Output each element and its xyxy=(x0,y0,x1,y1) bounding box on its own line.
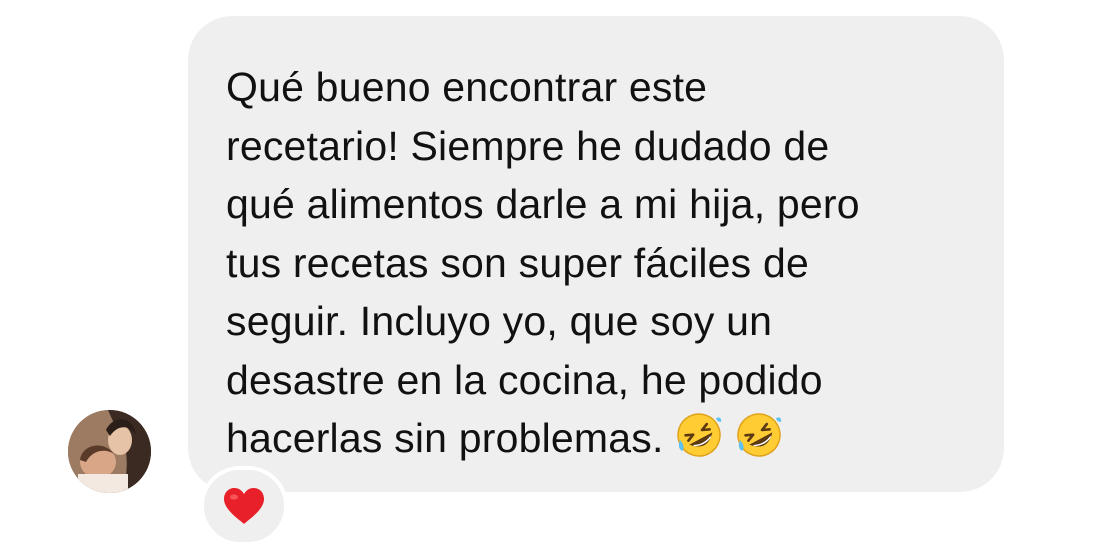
message-line: hacerlas sin problemas. xyxy=(226,415,664,461)
message-line: Qué bueno encontrar este xyxy=(226,64,708,110)
profile-photo-icon xyxy=(68,410,151,493)
red-heart-icon xyxy=(224,488,264,524)
message-bubble[interactable]: Qué bueno encontrar este recetario! Siem… xyxy=(188,16,1004,492)
message-line: tus recetas son super fáciles de xyxy=(226,239,809,286)
rolling-on-floor-laughing-emoji xyxy=(734,410,784,460)
chat-message-view: Qué bueno encontrar este recetario! Siem… xyxy=(0,0,1111,556)
message-line: desastre en la cocina, he podido xyxy=(226,356,823,403)
reaction-badge[interactable] xyxy=(200,466,288,546)
message-text: Qué bueno encontrar este recetario! Siem… xyxy=(226,58,964,468)
avatar[interactable] xyxy=(68,410,151,493)
message-line: seguir. Incluyo yo, que soy un xyxy=(226,298,773,344)
message-line: qué alimentos darle a mi hija, pero xyxy=(226,181,860,227)
message-line: recetario! Siempre he dudado de xyxy=(226,122,830,169)
rolling-on-floor-laughing-emoji xyxy=(674,410,724,460)
